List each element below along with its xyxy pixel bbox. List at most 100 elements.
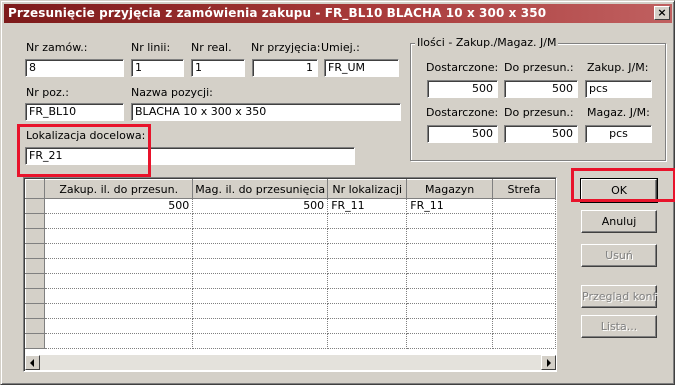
cell-store-qty[interactable] [192, 303, 329, 319]
item-name-field[interactable]: BLACHA 10 x 300 x 350 [131, 103, 401, 121]
cell-warehouse[interactable] [406, 213, 493, 229]
line-no-field[interactable]: 1 [131, 59, 184, 77]
cell-warehouse[interactable] [406, 288, 493, 304]
column-header-store-qty[interactable]: Mag. il. do przesunięcia [192, 179, 329, 199]
cell-store-qty[interactable]: 500 [192, 198, 329, 214]
cell-location-no[interactable] [327, 228, 408, 244]
cell-location-no[interactable]: FR_11 [327, 198, 408, 214]
cell-zone[interactable] [492, 258, 556, 274]
cell-purchase-qty[interactable]: 500 [44, 198, 194, 214]
order-no-field[interactable]: 8 [25, 59, 124, 77]
table-row[interactable] [24, 213, 556, 229]
table-row[interactable] [24, 243, 556, 259]
cell-warehouse[interactable] [406, 258, 493, 274]
cell-purchase-qty[interactable] [44, 243, 194, 259]
cell-location-no[interactable] [327, 243, 408, 259]
cell-store-qty[interactable] [192, 318, 329, 334]
column-header-location-no[interactable]: Nr lokalizacji [327, 179, 408, 199]
row-selector[interactable] [24, 273, 46, 289]
cell-location-no[interactable] [327, 258, 408, 274]
table-row[interactable]: 500 500 FR_11 FR_11 [24, 198, 556, 214]
cell-location-no[interactable] [327, 213, 408, 229]
store-delivered-field[interactable]: 500 [427, 125, 498, 143]
cell-purchase-qty[interactable] [44, 213, 194, 229]
column-header-zone[interactable]: Strefa [491, 179, 556, 199]
row-selector[interactable] [24, 333, 46, 349]
row-selector[interactable] [24, 243, 46, 259]
delete-button[interactable]: Usuń [581, 244, 657, 267]
scroll-left-button[interactable] [25, 355, 40, 370]
table-row[interactable] [24, 333, 556, 349]
table-row[interactable] [24, 258, 556, 274]
cell-store-qty[interactable] [192, 288, 329, 304]
receipt-no-field[interactable]: 1 [252, 59, 318, 77]
close-button[interactable]: × [654, 6, 670, 20]
row-selector[interactable] [24, 198, 46, 214]
store-um-field[interactable]: pcs [585, 125, 652, 143]
cell-zone[interactable] [492, 333, 556, 349]
row-selector[interactable] [24, 213, 46, 229]
row-selector[interactable] [24, 258, 46, 274]
cell-zone[interactable] [492, 288, 556, 304]
cell-location-no[interactable] [327, 333, 408, 349]
cell-warehouse[interactable] [406, 243, 493, 259]
store-to-move-field[interactable]: 500 [504, 125, 578, 143]
cell-purchase-qty[interactable] [44, 318, 194, 334]
grid-corner-cell[interactable] [24, 179, 46, 199]
purchase-um-field[interactable]: pcs [585, 80, 652, 98]
table-row[interactable] [24, 318, 556, 334]
cell-zone[interactable] [492, 213, 556, 229]
cell-zone[interactable] [492, 303, 556, 319]
cell-zone[interactable] [492, 273, 556, 289]
cell-zone[interactable] [492, 243, 556, 259]
cell-store-qty[interactable] [192, 243, 329, 259]
row-selector[interactable] [24, 288, 46, 304]
cell-purchase-qty[interactable] [44, 288, 194, 304]
cell-store-qty[interactable] [192, 258, 329, 274]
cell-store-qty[interactable] [192, 333, 329, 349]
table-row[interactable] [24, 288, 556, 304]
config-review-button[interactable]: Przegląd konf [581, 285, 657, 308]
cancel-button[interactable]: Anuluj [581, 210, 657, 233]
real-no-field[interactable]: 1 [191, 59, 245, 77]
cell-zone[interactable] [492, 198, 556, 214]
cell-purchase-qty[interactable] [44, 258, 194, 274]
cell-warehouse[interactable] [406, 228, 493, 244]
cell-zone[interactable] [492, 318, 556, 334]
purchase-to-move-field[interactable]: 500 [504, 80, 578, 98]
cell-location-no[interactable] [327, 303, 408, 319]
title-bar[interactable]: Przesunięcie przyjęcia z zamówienia zaku… [4, 4, 672, 23]
cell-store-qty[interactable] [192, 228, 329, 244]
cell-zone[interactable] [492, 228, 556, 244]
scroll-right-button[interactable] [541, 355, 556, 370]
cell-store-qty[interactable] [192, 213, 329, 229]
table-row[interactable] [24, 273, 556, 289]
column-header-warehouse[interactable]: Magazyn [406, 179, 493, 199]
column-header-purchase-qty[interactable]: Zakup. il. do przesun. [44, 179, 194, 199]
cell-purchase-qty[interactable] [44, 333, 194, 349]
cell-purchase-qty[interactable] [44, 273, 194, 289]
row-selector[interactable] [24, 318, 46, 334]
cell-warehouse[interactable] [406, 273, 493, 289]
cell-location-no[interactable] [327, 273, 408, 289]
table-row[interactable] [24, 228, 556, 244]
purchase-delivered-field[interactable]: 500 [427, 80, 498, 98]
horizontal-scrollbar[interactable] [25, 355, 556, 370]
cell-location-no[interactable] [327, 288, 408, 304]
cell-warehouse[interactable]: FR_11 [406, 198, 493, 214]
row-selector[interactable] [24, 303, 46, 319]
cell-location-no[interactable] [327, 318, 408, 334]
cell-purchase-qty[interactable] [44, 228, 194, 244]
cell-warehouse[interactable] [406, 303, 493, 319]
table-row[interactable] [24, 303, 556, 319]
transfer-dialog: Przesunięcie przyjęcia z zamówienia zaku… [0, 0, 675, 385]
transfer-grid[interactable]: Zakup. il. do przesun. Mag. il. do przes… [23, 177, 557, 372]
cell-warehouse[interactable] [406, 318, 493, 334]
cell-store-qty[interactable] [192, 273, 329, 289]
item-no-field[interactable]: FR_BL10 [25, 103, 124, 121]
location-field[interactable]: FR_UM [324, 59, 399, 77]
list-button[interactable]: Lista... [581, 315, 657, 338]
cell-warehouse[interactable] [406, 333, 493, 349]
row-selector[interactable] [24, 228, 46, 244]
cell-purchase-qty[interactable] [44, 303, 194, 319]
